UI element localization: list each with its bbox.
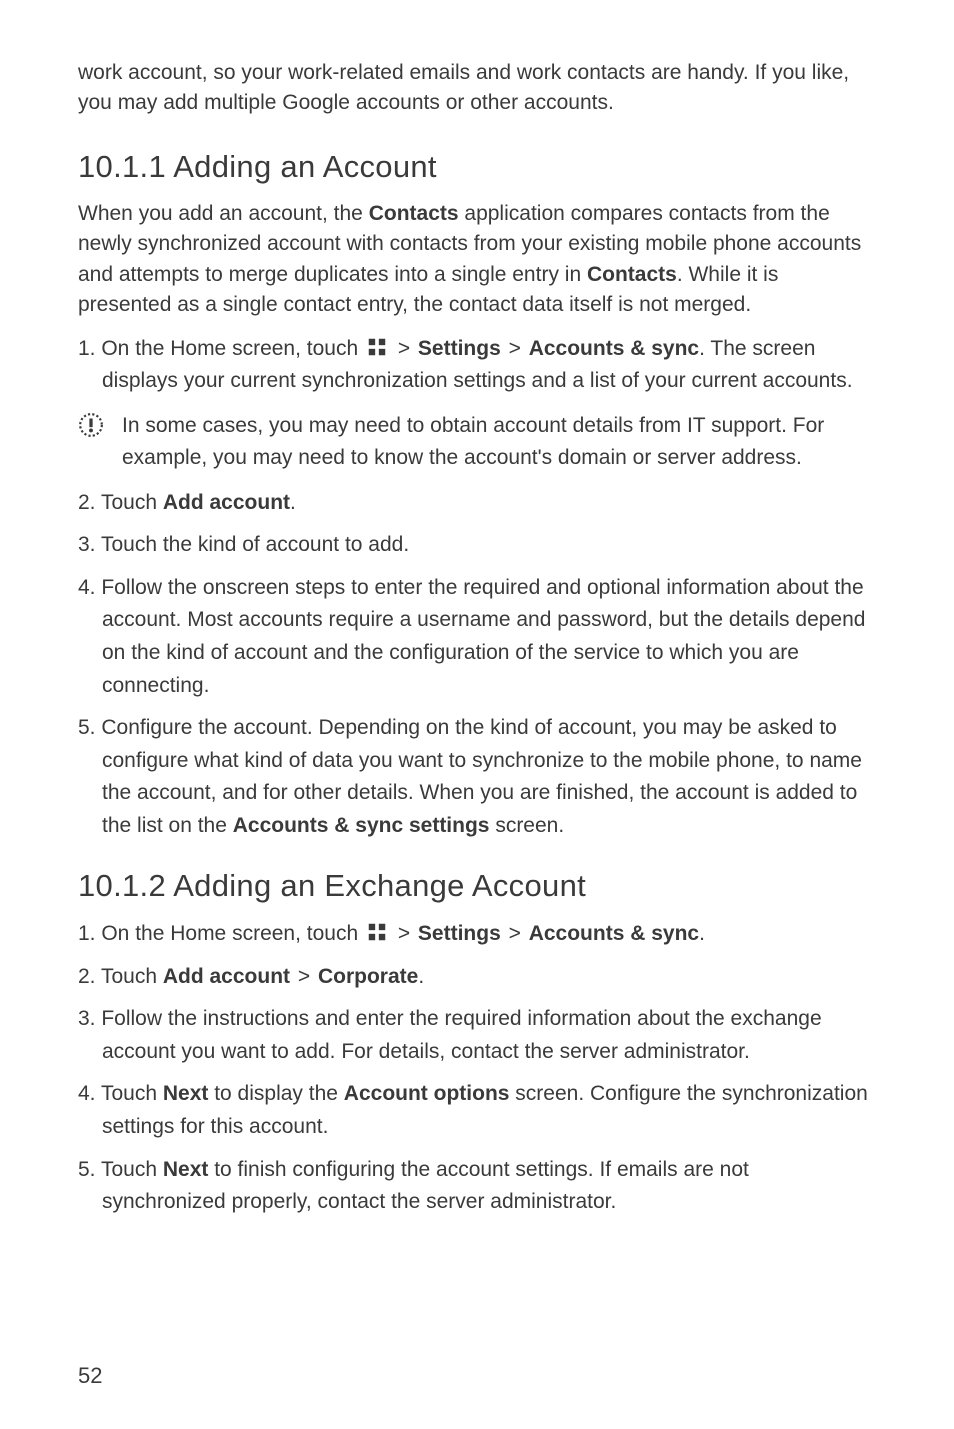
step-1: 1. On the Home screen, touch > Settings … xyxy=(78,918,876,951)
step-5: 5. Configure the account. Depending on t… xyxy=(78,712,876,842)
bold-add-account: Add account xyxy=(163,491,290,514)
text-fragment: > xyxy=(392,337,416,360)
heading-adding-exchange-account: 10.1.2 Adding an Exchange Account xyxy=(78,868,876,904)
page-number: 52 xyxy=(78,1363,102,1389)
text-fragment: . xyxy=(699,922,705,945)
bold-settings: Settings xyxy=(418,922,501,945)
section-adding-account: 10.1.1 Adding an Account When you add an… xyxy=(78,149,876,842)
text-fragment: 1. On the Home screen, touch xyxy=(78,337,364,360)
step-4: 4. Touch Next to display the Account opt… xyxy=(78,1078,876,1143)
text-fragment: When you add an account, the xyxy=(78,202,369,225)
text-fragment: 2. Touch xyxy=(78,965,163,988)
text-fragment: 5. Touch xyxy=(78,1158,163,1181)
bold-next: Next xyxy=(163,1158,209,1181)
text-fragment: > xyxy=(292,965,316,988)
info-note: In some cases, you may need to obtain ac… xyxy=(78,410,876,475)
text-fragment: screen. xyxy=(489,814,564,837)
bold-account-options: Account options xyxy=(344,1082,510,1105)
step-3: 3. Follow the instructions and enter the… xyxy=(78,1003,876,1068)
text-fragment: 4. Touch xyxy=(78,1082,163,1105)
adding-account-steps: 1. On the Home screen, touch > Settings … xyxy=(78,333,876,398)
step-5: 5. Touch Next to finish configuring the … xyxy=(78,1154,876,1219)
step-3: 3. Touch the kind of account to add. xyxy=(78,529,876,562)
step-1: 1. On the Home screen, touch > Settings … xyxy=(78,333,876,398)
text-fragment: > xyxy=(503,337,527,360)
step-4: 4. Follow the onscreen steps to enter th… xyxy=(78,572,876,702)
exchange-account-steps: 1. On the Home screen, touch > Settings … xyxy=(78,918,876,1218)
text-fragment: to display the xyxy=(208,1082,343,1105)
bold-corporate: Corporate xyxy=(318,965,418,988)
step-2: 2. Touch Add account. xyxy=(78,487,876,520)
adding-account-intro: When you add an account, the Contacts ap… xyxy=(78,199,876,321)
text-fragment: > xyxy=(503,922,527,945)
bold-accounts-sync: Accounts & sync xyxy=(529,337,699,360)
adding-account-steps-cont: 2. Touch Add account. 3. Touch the kind … xyxy=(78,487,876,842)
intro-paragraph: work account, so your work-related email… xyxy=(78,58,876,119)
bold-next: Next xyxy=(163,1082,209,1105)
bold-settings: Settings xyxy=(418,337,501,360)
info-warning-icon xyxy=(78,412,104,438)
bold-accounts-sync: Accounts & sync xyxy=(529,922,699,945)
text-fragment: . xyxy=(418,965,424,988)
section-adding-exchange-account: 10.1.2 Adding an Exchange Account 1. On … xyxy=(78,868,876,1218)
bold-accounts-sync-settings: Accounts & sync settings xyxy=(233,814,490,837)
bold-add-account: Add account xyxy=(163,965,290,988)
text-fragment: 2. Touch xyxy=(78,491,163,514)
apps-grid-icon xyxy=(366,336,388,358)
note-icon-wrap xyxy=(78,410,122,449)
heading-adding-account: 10.1.1 Adding an Account xyxy=(78,149,876,185)
note-text: In some cases, you may need to obtain ac… xyxy=(122,410,876,475)
step-2: 2. Touch Add account > Corporate. xyxy=(78,961,876,994)
text-fragment: . xyxy=(290,491,296,514)
bold-contacts: Contacts xyxy=(369,202,459,225)
text-fragment: 1. On the Home screen, touch xyxy=(78,922,364,945)
bold-contacts: Contacts xyxy=(587,263,677,286)
apps-grid-icon xyxy=(366,921,388,943)
text-fragment: > xyxy=(392,922,416,945)
